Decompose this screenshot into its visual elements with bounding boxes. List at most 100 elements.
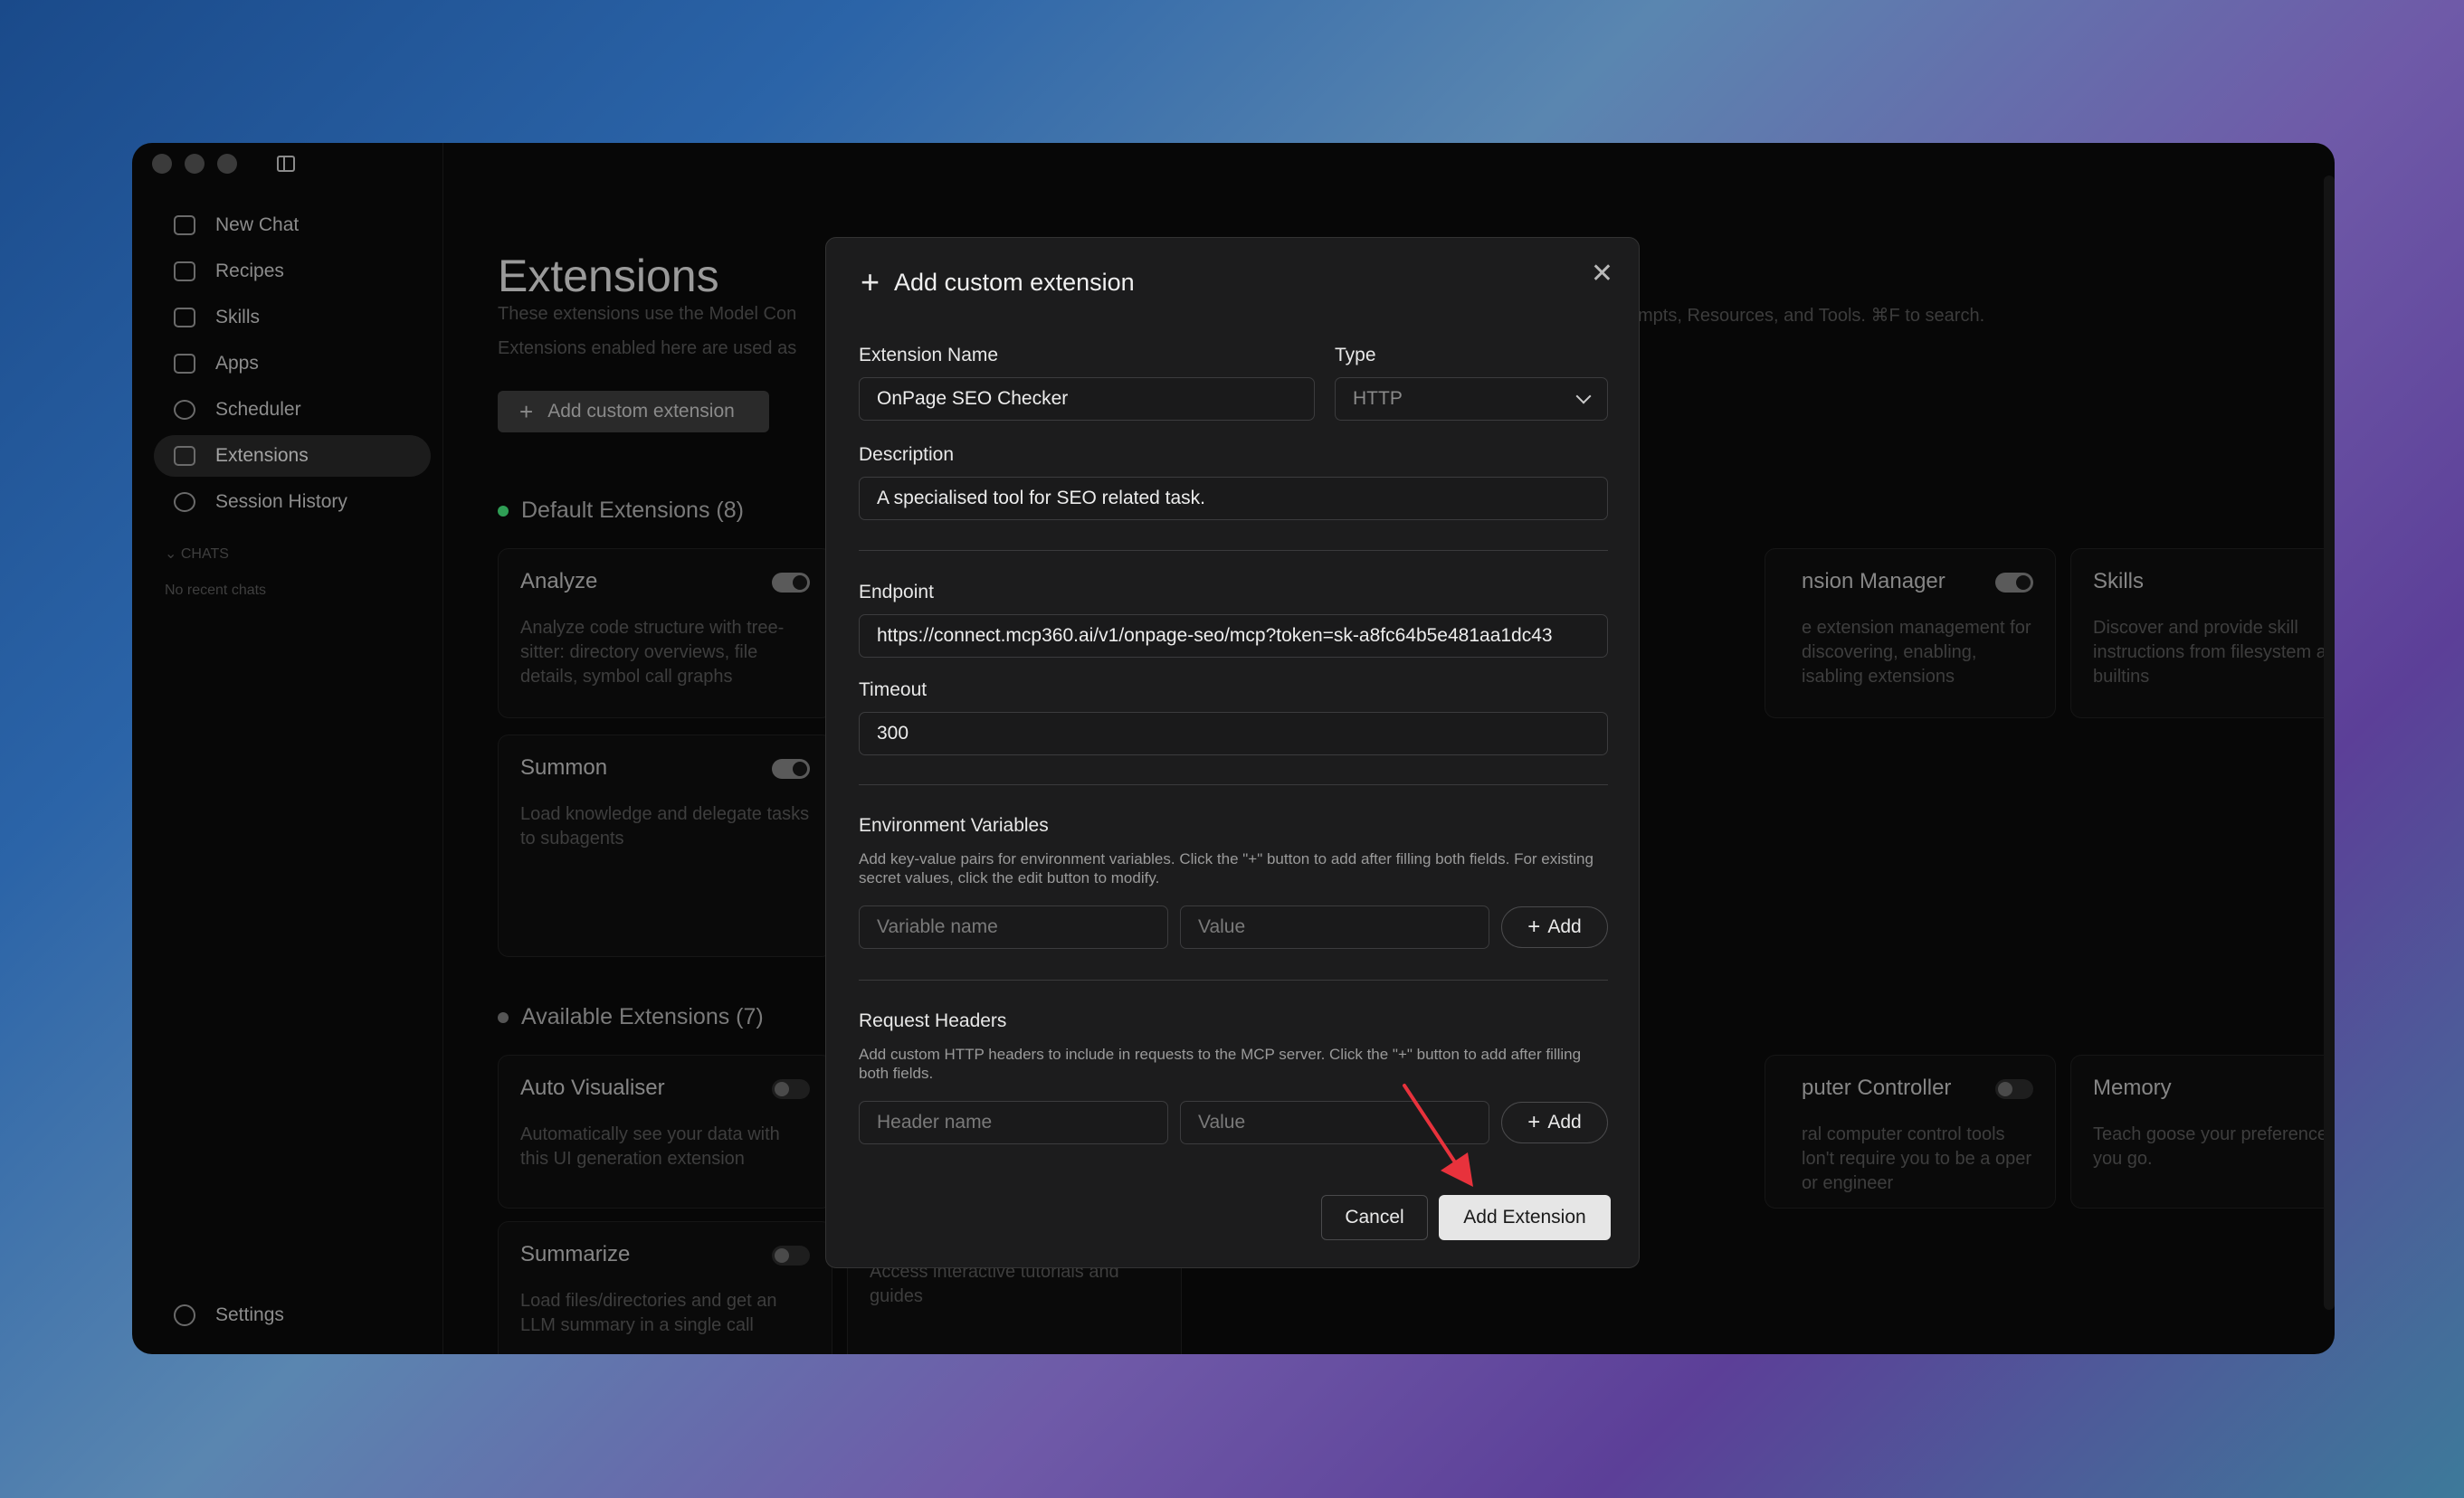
add-label: Add (1547, 1112, 1582, 1133)
card-description: e extension management for discovering, … (1802, 618, 2031, 687)
divider (859, 784, 1608, 785)
apps-icon (174, 354, 195, 374)
description-input[interactable]: A specialised tool for SEO related task. (859, 477, 1608, 520)
description-label: Description (859, 444, 955, 465)
add-header-button[interactable]: + Add (1501, 1102, 1608, 1143)
divider (859, 550, 1608, 551)
page-subtitle-2: Extensions enabled here are used as (498, 338, 797, 358)
card-description: Teach goose your preferences as you go. (2093, 1124, 2335, 1169)
variable-value-input[interactable]: Value (1180, 905, 1489, 949)
chevron-down-icon (1575, 388, 1592, 404)
sidebar-item-session-history[interactable]: Session History (154, 481, 431, 523)
settings-button[interactable]: Settings (154, 1304, 284, 1326)
add-variable-button[interactable]: + Add (1501, 906, 1608, 948)
extension-card-summon: Summon Load knowledge and delegate tasks… (498, 735, 832, 957)
dialog-title: Add custom extension (894, 268, 1135, 296)
extension-card-summarize: Summarize Load files/directories and get… (498, 1221, 832, 1354)
settings-label: Settings (215, 1304, 284, 1325)
card-title: Auto Visualiser (520, 1076, 665, 1100)
recipe-icon (174, 261, 195, 281)
toggle-switch[interactable] (772, 759, 810, 779)
environment-variables-help: Add key-value pairs for environment vari… (859, 850, 1594, 886)
sidebar-item-scheduler[interactable]: Scheduler (154, 389, 431, 431)
plus-icon: + (1527, 915, 1541, 939)
endpoint-input[interactable]: https://connect.mcp360.ai/v1/onpage-seo/… (859, 614, 1608, 658)
add-extension-button[interactable]: Add Extension (1439, 1195, 1611, 1240)
card-title: Skills (2093, 569, 2145, 593)
sidebar-item-extensions[interactable]: Extensions (154, 435, 431, 477)
close-icon[interactable]: ✕ (1591, 258, 1613, 289)
page-subtitle-right: mpts, Resources, and Tools. ⌘F to search… (1638, 306, 1985, 326)
add-custom-extension-button[interactable]: + Add custom extension (498, 391, 769, 432)
card-title: Summon (520, 755, 608, 780)
endpoint-label: Endpoint (859, 582, 934, 602)
gear-icon (174, 1304, 195, 1326)
timeout-input[interactable]: 300 (859, 712, 1608, 755)
card-description: Load knowledge and delegate tasks to sub… (520, 804, 810, 849)
clock-icon (174, 400, 195, 420)
no-recent-chats: No recent chats (165, 583, 267, 598)
page-title: Extensions (498, 251, 719, 301)
card-description: Discover and provide skill instructions … (2093, 618, 2335, 687)
extension-card-computer-controller: puter Controller ral computer control to… (1765, 1055, 2056, 1209)
card-title: Analyze (520, 569, 598, 593)
annotation-arrow-icon (1403, 1084, 1473, 1187)
card-title: Memory (2093, 1076, 2172, 1100)
sidebar-item-label: Apps (215, 353, 259, 374)
page-subtitle-left: These extensions use the Model Con (498, 304, 797, 324)
request-headers-help: Add custom HTTP headers to include in re… (859, 1046, 1582, 1082)
toggle-switch[interactable] (772, 1246, 810, 1266)
type-select[interactable]: HTTP (1335, 377, 1608, 421)
extension-name-label: Extension Name (859, 345, 999, 365)
default-extensions-heading: Default Extensions (8) (498, 498, 744, 524)
dialog-header: + Add custom extension (861, 263, 1135, 301)
sidebar: New Chat Recipes Skills Apps Scheduler E… (132, 143, 443, 1354)
extension-card-memory: Memory Teach goose your preferences as y… (2070, 1055, 2335, 1209)
divider (859, 980, 1608, 981)
request-headers-label: Request Headers (859, 1010, 1007, 1031)
history-icon (174, 492, 195, 512)
sidebar-item-label: Recipes (215, 261, 284, 281)
type-select-value: HTTP (1353, 388, 1403, 409)
sidebar-item-label: New Chat (215, 214, 300, 235)
card-title: Summarize (520, 1242, 631, 1266)
sidebar-item-skills[interactable]: Skills (154, 297, 431, 338)
toggle-switch[interactable] (772, 1079, 810, 1099)
header-name-input[interactable]: Header name (859, 1101, 1168, 1144)
extension-card-skills: Skills Discover and provide skill instru… (2070, 548, 2335, 718)
sidebar-item-label: Session History (215, 491, 347, 512)
status-dot-icon (498, 505, 509, 517)
sidebar-item-label: Scheduler (215, 399, 301, 420)
lightning-icon (174, 308, 195, 327)
environment-variables-label: Environment Variables (859, 815, 1049, 836)
extension-card-extension-manager: nsion Manager e extension management for… (1765, 548, 2056, 718)
sidebar-item-new-chat[interactable]: New Chat (154, 204, 431, 246)
section-label: Available Extensions (7) (521, 1004, 764, 1029)
available-extensions-heading: Available Extensions (7) (498, 1004, 764, 1030)
puzzle-icon (174, 446, 195, 466)
plus-icon: + (519, 397, 534, 425)
extension-card-auto-visualiser: Auto Visualiser Automatically see your d… (498, 1055, 832, 1209)
section-label: Default Extensions (8) (521, 498, 744, 523)
extension-card-analyze: Analyze Analyze code structure with tree… (498, 548, 832, 718)
scrollbar[interactable] (2324, 175, 2335, 1310)
status-dot-icon (498, 1011, 509, 1023)
chat-plus-icon (174, 215, 195, 235)
variable-name-input[interactable]: Variable name (859, 905, 1168, 949)
sidebar-item-label: Extensions (215, 445, 309, 466)
card-description: Analyze code structure with tree-sitter:… (520, 618, 785, 687)
extension-name-input[interactable]: OnPage SEO Checker (859, 377, 1315, 421)
add-extension-dialog: + Add custom extension ✕ Extension Name O… (825, 237, 1640, 1268)
chats-section-label[interactable]: ⌄ CHATS (165, 545, 229, 563)
sidebar-item-recipes[interactable]: Recipes (154, 251, 431, 292)
toggle-switch[interactable] (1995, 573, 2033, 593)
type-label: Type (1335, 345, 1376, 365)
toggle-switch[interactable] (1995, 1079, 2033, 1099)
toggle-switch[interactable] (772, 573, 810, 593)
add-label: Add (1547, 916, 1582, 937)
plus-icon: + (1527, 1110, 1541, 1134)
add-custom-extension-label: Add custom extension (547, 401, 735, 422)
sidebar-item-apps[interactable]: Apps (154, 343, 431, 384)
cancel-button[interactable]: Cancel (1321, 1195, 1428, 1240)
card-description: Automatically see your data with this UI… (520, 1124, 780, 1169)
